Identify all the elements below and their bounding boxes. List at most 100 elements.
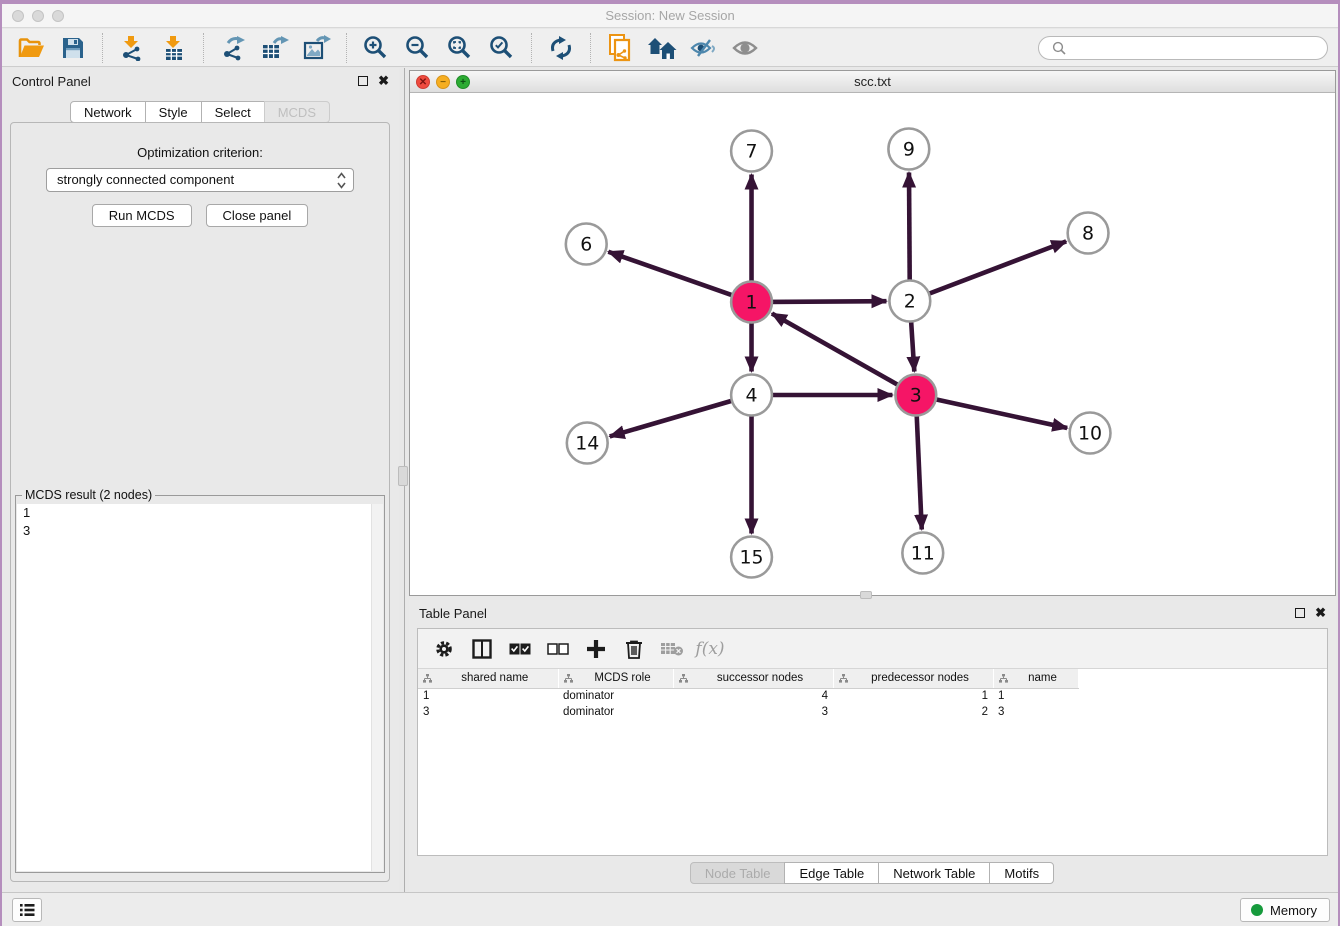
import-network-icon[interactable] (117, 33, 147, 63)
graph-node-10[interactable]: 10 (1070, 413, 1111, 454)
home-view-icon[interactable] (647, 33, 677, 63)
task-history-button[interactable] (12, 898, 42, 922)
add-column-icon[interactable] (582, 635, 610, 663)
svg-text:8: 8 (1082, 222, 1094, 244)
network-window-titlebar[interactable]: ✕ − + scc.txt (410, 71, 1335, 93)
graph-node-11[interactable]: 11 (902, 533, 943, 574)
memory-button[interactable]: Memory (1240, 898, 1330, 922)
apply-function-icon[interactable]: f(x) (696, 635, 724, 663)
graph-node-2[interactable]: 2 (889, 281, 930, 322)
table-toolbar: f(x) (418, 629, 1327, 669)
table-cell[interactable]: 2 (833, 704, 993, 720)
graph-node-8[interactable]: 8 (1068, 213, 1109, 254)
export-network-icon[interactable] (218, 33, 248, 63)
graph-node-4[interactable]: 4 (731, 375, 772, 416)
graph-node-7[interactable]: 7 (731, 131, 772, 172)
table-tabs: Node TableEdge TableNetwork TableMotifs (409, 862, 1336, 884)
float-table-panel-icon[interactable] (1295, 608, 1305, 618)
delete-column-icon[interactable] (620, 635, 648, 663)
table-cell[interactable]: dominator (558, 688, 673, 704)
svg-text:3: 3 (910, 384, 922, 406)
export-table-icon[interactable] (260, 33, 290, 63)
close-panel-icon[interactable]: ✖ (378, 76, 389, 86)
graph-node-6[interactable]: 6 (566, 224, 607, 265)
close-table-panel-icon[interactable]: ✖ (1315, 608, 1326, 618)
graph-edge-2-3[interactable] (911, 317, 914, 371)
graph-edge-3-11[interactable] (917, 411, 922, 529)
graph-node-14[interactable]: 14 (567, 423, 608, 464)
splitter-grip[interactable] (398, 466, 408, 486)
network-canvas[interactable]: 1 2 3 4 6 7 8 9 10 11 14 15 (410, 93, 1335, 595)
table-cell[interactable]: 3 (418, 704, 558, 720)
deselect-all-icon[interactable] (544, 635, 572, 663)
float-panel-icon[interactable] (358, 76, 368, 86)
apply-layout-icon[interactable] (546, 33, 576, 63)
graph-node-15[interactable]: 15 (731, 537, 772, 578)
tab-node-table[interactable]: Node Table (690, 862, 786, 884)
delete-table-icon[interactable] (658, 635, 686, 663)
graph-edge-3-10[interactable] (932, 399, 1067, 429)
show-column-icon[interactable] (468, 635, 496, 663)
column-header-predecessor-nodes[interactable]: predecessor nodes (833, 669, 993, 688)
tab-style[interactable]: Style (145, 101, 202, 123)
table-cell[interactable]: dominator (558, 704, 673, 720)
clone-network-icon[interactable] (605, 33, 635, 63)
column-header-successor-nodes[interactable]: successor nodes (673, 669, 833, 688)
result-scrollbar[interactable] (371, 504, 383, 871)
open-file-icon[interactable] (16, 33, 46, 63)
svg-text:11: 11 (911, 542, 935, 564)
mcds-result-list[interactable]: 13 (17, 504, 383, 871)
optimization-criterion-select[interactable]: strongly connected component (46, 168, 354, 192)
close-panel-button[interactable]: Close panel (206, 204, 309, 227)
tab-network-table[interactable]: Network Table (878, 862, 990, 884)
tab-edge-table[interactable]: Edge Table (784, 862, 879, 884)
table-settings-icon[interactable] (430, 635, 458, 663)
table-cell[interactable]: 1 (993, 688, 1078, 704)
graph-edge-4-14[interactable] (610, 400, 736, 437)
graph-edge-3-1[interactable] (772, 314, 902, 387)
splitter-grip[interactable] (860, 591, 872, 599)
import-table-icon[interactable] (159, 33, 189, 63)
search-input[interactable] (1038, 36, 1328, 60)
toolbar-separator (102, 33, 103, 63)
svg-text:2: 2 (904, 290, 916, 312)
graph-edge-1-2[interactable] (768, 301, 886, 302)
table-cell[interactable]: 1 (418, 688, 558, 704)
column-header-shared-name[interactable]: shared name (418, 669, 558, 688)
network-graph[interactable]: 1 2 3 4 6 7 8 9 10 11 14 15 (410, 93, 1335, 595)
graph-edge-2-9[interactable] (909, 172, 910, 284)
optimization-criterion-label: Optimization criterion: (11, 145, 389, 160)
svg-text:9: 9 (903, 138, 915, 160)
graph-node-9[interactable]: 9 (888, 129, 929, 170)
table-cell[interactable]: 3 (673, 704, 833, 720)
zoom-out-icon[interactable] (403, 33, 433, 63)
tab-select[interactable]: Select (201, 101, 265, 123)
run-mcds-button[interactable]: Run MCDS (92, 204, 192, 227)
table-row[interactable]: 3dominator323 (418, 704, 1078, 720)
column-header-name[interactable]: name (993, 669, 1078, 688)
table-row[interactable]: 1dominator411 (418, 688, 1078, 704)
tab-mcds[interactable]: MCDS (264, 101, 330, 123)
graph-edge-2-8[interactable] (925, 241, 1066, 295)
export-image-icon[interactable] (302, 33, 332, 63)
graph-edge-1-6[interactable] (608, 252, 736, 297)
tab-motifs[interactable]: Motifs (989, 862, 1054, 884)
toolbar-separator (590, 33, 591, 63)
zoom-selected-icon[interactable] (487, 33, 517, 63)
graph-node-3[interactable]: 3 (895, 375, 936, 416)
save-session-icon[interactable] (58, 33, 88, 63)
node-table-container: f(x) shared nameMCDS rolesuccessor nodes… (417, 628, 1328, 856)
table-cell[interactable]: 3 (993, 704, 1078, 720)
select-all-icon[interactable] (506, 635, 534, 663)
tab-network[interactable]: Network (70, 101, 146, 123)
svg-text:15: 15 (739, 546, 763, 568)
hide-details-icon[interactable] (689, 33, 719, 63)
show-details-icon[interactable] (731, 33, 761, 63)
table-cell[interactable]: 1 (833, 688, 993, 704)
table-cell[interactable]: 4 (673, 688, 833, 704)
network-view-window: ✕ − + scc.txt 1 2 3 4 6 7 8 9 10 11 14 15 (409, 70, 1336, 596)
zoom-fit-icon[interactable] (445, 33, 475, 63)
zoom-in-icon[interactable] (361, 33, 391, 63)
column-header-MCDS-role[interactable]: MCDS role (558, 669, 673, 688)
graph-node-1[interactable]: 1 (731, 282, 772, 323)
